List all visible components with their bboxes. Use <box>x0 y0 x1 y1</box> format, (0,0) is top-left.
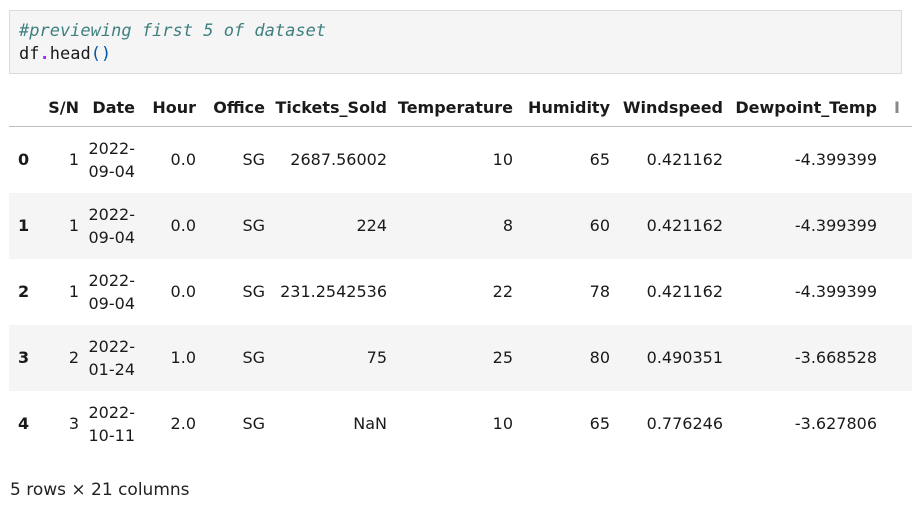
cell-dewpoint-temp: -4.399399 <box>794 216 877 235</box>
cell-humidity: 80 <box>589 348 610 367</box>
code-cell[interactable]: #previewing first 5 of dataset df.head() <box>9 10 902 74</box>
cell-date-part1: 2022- <box>88 402 136 422</box>
row-index: 1 <box>18 216 30 235</box>
cell-office: SG <box>242 348 265 367</box>
column-header-windspeed: Windspeed <box>619 88 732 127</box>
cell-office: SG <box>242 150 265 170</box>
cell-temperature: 10 <box>492 150 513 170</box>
table-row: 3 2 2022- 01-24 1.0 SG 75 25 80 0.490351 … <box>9 324 912 391</box>
cell-date-part2: 10-11 <box>88 425 136 445</box>
cell-office: SG <box>242 414 265 433</box>
cell-date: 2022- 09-04 <box>88 193 144 259</box>
dataframe-shape-note: 5 rows × 21 columns <box>10 480 190 500</box>
cell-dewpoint-temp: -4.399399 <box>794 282 877 301</box>
code-parens: () <box>90 44 112 64</box>
table-row: 1 1 2022- 09-04 0.0 SG 224 8 60 0.421162 … <box>9 192 912 259</box>
cell-sn: 3 <box>68 414 79 433</box>
column-header-dewpoint-temp: Dewpoint_Temp <box>732 88 886 127</box>
cell-temperature: 22 <box>492 282 513 301</box>
cell-office: SG <box>242 216 265 235</box>
cell-date-part1: 2022- <box>88 204 136 224</box>
column-header-tickets-sold: Tickets_Sold <box>274 88 396 127</box>
column-header-humidity: Humidity <box>522 88 619 127</box>
cell-windspeed: 0.421162 <box>646 216 723 235</box>
cell-truncated <box>886 193 912 259</box>
cell-date-part1: 2022- <box>88 270 136 290</box>
cell-hour: 0.0 <box>170 282 196 301</box>
column-header-hour: Hour <box>144 88 205 127</box>
cell-dewpoint-temp: -3.627806 <box>794 414 877 433</box>
cell-humidity: 60 <box>589 216 610 235</box>
cell-tickets-sold: 75 <box>366 348 387 367</box>
cell-date: 2022- 10-11 <box>88 391 144 457</box>
dataframe-output: S/N Date Hour Office Tickets_Sold Temper… <box>9 88 912 458</box>
cell-dewpoint-temp: -4.399399 <box>794 150 877 170</box>
code-dot: . <box>39 44 50 64</box>
cell-office: SG <box>242 282 265 301</box>
cell-date-part1: 2022- <box>88 138 136 158</box>
column-header-index <box>9 88 35 127</box>
cell-hour: 0.0 <box>170 216 196 235</box>
code-object: df <box>19 44 40 64</box>
code-statement-line: df.head() <box>19 43 901 66</box>
cell-hour: 0.0 <box>170 150 196 170</box>
cell-tickets-sold: 231.2542536 <box>280 282 387 301</box>
cell-truncated <box>886 325 912 391</box>
column-header-sn: S/N <box>35 88 88 127</box>
cell-sn: 1 <box>68 216 79 235</box>
code-comment: #previewing first 5 of dataset <box>19 21 327 41</box>
cell-humidity: 65 <box>589 414 610 433</box>
cell-humidity: 65 <box>589 150 610 170</box>
cell-sn: 2 <box>68 348 79 367</box>
cell-date: 2022- 09-04 <box>88 127 144 193</box>
cell-humidity: 78 <box>589 282 610 301</box>
cell-truncated <box>886 127 912 193</box>
cell-hour: 2.0 <box>170 414 196 433</box>
cell-date: 2022- 09-04 <box>88 259 144 325</box>
column-header-date: Date <box>88 88 144 127</box>
cell-sn: 1 <box>68 282 79 301</box>
code-comment-line: #previewing first 5 of dataset <box>19 20 901 43</box>
cell-tickets-sold: 2687.56002 <box>290 150 387 170</box>
cell-tickets-sold: 224 <box>356 216 387 235</box>
cell-date-part2: 01-24 <box>88 359 136 379</box>
row-index: 4 <box>18 414 30 433</box>
column-header-truncated: I <box>886 88 912 127</box>
cell-date-part2: 09-04 <box>88 227 136 247</box>
cell-truncated <box>886 391 912 457</box>
row-index: 3 <box>18 348 30 367</box>
column-header-office: Office <box>205 88 274 127</box>
dataframe-table: S/N Date Hour Office Tickets_Sold Temper… <box>9 88 912 457</box>
cell-windspeed: 0.421162 <box>646 150 723 170</box>
header-row: S/N Date Hour Office Tickets_Sold Temper… <box>9 88 912 127</box>
cell-date: 2022- 01-24 <box>88 325 144 391</box>
code-method: head <box>49 44 91 64</box>
cell-hour: 1.0 <box>170 348 196 367</box>
row-index: 2 <box>18 282 30 301</box>
row-index: 0 <box>18 150 30 170</box>
cell-truncated <box>886 259 912 325</box>
table-row: 0 1 2022- 09-04 0.0 SG 2687.56002 10 65 0… <box>9 127 912 193</box>
cell-date-part2: 09-04 <box>88 293 136 313</box>
cell-dewpoint-temp: -3.668528 <box>794 348 877 367</box>
cell-temperature: 10 <box>492 414 513 433</box>
table-row: 4 3 2022- 10-11 2.0 SG NaN 10 65 0.776246… <box>9 391 912 457</box>
cell-tickets-sold: NaN <box>353 414 387 433</box>
cell-temperature: 8 <box>502 216 513 235</box>
cell-windspeed: 0.776246 <box>646 414 723 433</box>
table-row: 2 1 2022- 09-04 0.0 SG 231.2542536 22 78 … <box>9 259 912 325</box>
cell-date-part2: 09-04 <box>88 161 136 181</box>
cell-temperature: 25 <box>492 348 513 367</box>
cell-windspeed: 0.490351 <box>646 348 723 367</box>
cell-windspeed: 0.421162 <box>646 282 723 301</box>
column-header-temperature: Temperature <box>396 88 522 127</box>
cell-date-part1: 2022- <box>88 336 136 356</box>
cell-sn: 1 <box>68 150 79 170</box>
